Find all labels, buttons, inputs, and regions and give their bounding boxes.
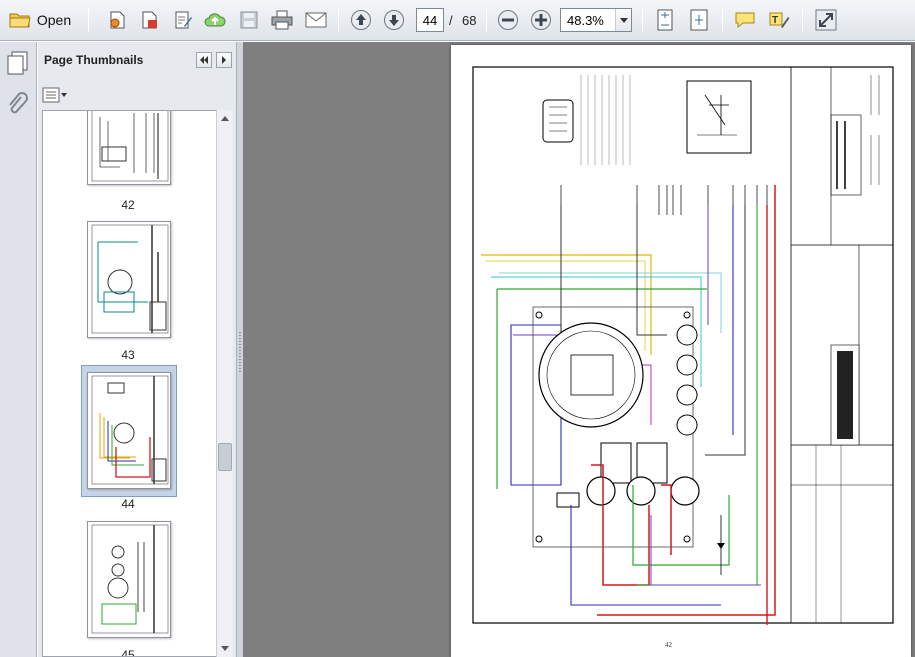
zoom-select[interactable]: 48.3% xyxy=(560,8,632,32)
fit-window-icon xyxy=(690,9,708,31)
comment-button[interactable] xyxy=(732,7,758,33)
document-view[interactable]: 42 xyxy=(243,42,915,657)
open-label: Open xyxy=(36,12,72,28)
thumbnail-page-43[interactable] xyxy=(87,221,171,338)
expand-arrows-icon xyxy=(815,9,837,31)
scroll-up-icon[interactable] xyxy=(217,110,233,126)
print-button[interactable] xyxy=(268,7,296,33)
create-pdf-icon xyxy=(110,11,125,29)
wiring-diagram xyxy=(472,66,894,625)
next-page-button[interactable] xyxy=(381,7,407,33)
folder-icon xyxy=(9,11,31,29)
expand-panel-button[interactable] xyxy=(216,52,232,68)
thumbnail-label-45: 45 xyxy=(121,648,135,657)
panel-header: Page Thumbnails xyxy=(38,42,237,78)
arrow-down-circle-icon xyxy=(384,10,404,30)
cloud-upload-icon xyxy=(204,13,226,27)
floppy-disk-icon xyxy=(240,11,258,29)
pages-icon xyxy=(7,51,28,75)
collapse-panel-button[interactable] xyxy=(196,52,212,68)
panel-title: Page Thumbnails xyxy=(44,53,144,67)
thumbnail-label-42: 42 xyxy=(121,198,135,212)
previous-page-button[interactable] xyxy=(348,7,374,33)
edit-form-button[interactable] xyxy=(170,7,196,33)
thumbnail-page-45[interactable] xyxy=(87,521,171,638)
document-page: 42 xyxy=(451,45,911,657)
scroll-down-icon[interactable] xyxy=(217,640,233,656)
export-pdf-button[interactable] xyxy=(136,7,162,33)
highlight-text-icon: T xyxy=(769,12,790,28)
paperclip-icon xyxy=(9,92,28,114)
full-screen-button[interactable] xyxy=(812,7,840,33)
zoom-out-button[interactable] xyxy=(495,7,521,33)
zoom-in-button[interactable] xyxy=(528,7,554,33)
total-pages: 68 xyxy=(462,13,477,28)
attachments-tab[interactable] xyxy=(5,92,31,121)
svg-text:T: T xyxy=(772,15,778,26)
arrow-up-circle-icon xyxy=(351,10,371,30)
thumbnail-scrollbar[interactable] xyxy=(216,110,233,657)
zoom-value: 48.3% xyxy=(567,12,604,28)
chevron-right-icon xyxy=(222,56,226,64)
page-number-input[interactable] xyxy=(416,8,444,32)
thumbnail-label-43: 43 xyxy=(121,348,135,362)
save-button[interactable] xyxy=(236,7,262,33)
minus-circle-icon xyxy=(498,10,518,30)
plus-circle-icon xyxy=(531,10,551,30)
highlight-button[interactable]: T xyxy=(766,7,792,33)
printer-icon xyxy=(271,10,293,30)
thumbnail-page-42[interactable] xyxy=(87,111,171,185)
scrollbar-thumb[interactable] xyxy=(218,443,232,471)
open-button[interactable]: Open xyxy=(4,7,76,33)
toolbar: Open / 68 48.3% xyxy=(0,0,915,41)
export-pdf-icon xyxy=(142,11,157,29)
thumbnail-list: 42 43 44 45 xyxy=(42,110,220,657)
fit-window-button[interactable] xyxy=(686,7,712,33)
double-chevron-left-icon xyxy=(200,56,208,64)
page-footer-number: 42 xyxy=(665,641,672,649)
chevron-down-icon[interactable] xyxy=(615,9,631,31)
email-button[interactable] xyxy=(302,7,330,33)
form-edit-icon xyxy=(175,11,192,29)
fit-width-button[interactable] xyxy=(652,7,678,33)
thumbnail-label-44: 44 xyxy=(121,497,135,511)
page-thumbnails-tab[interactable] xyxy=(5,50,31,79)
list-options-icon xyxy=(42,87,67,103)
thumbnails-panel: Page Thumbnails 42 43 44 45 xyxy=(38,42,237,657)
navigation-strip xyxy=(0,42,37,657)
fit-page-icon xyxy=(657,9,673,31)
speech-bubble-icon xyxy=(735,12,755,29)
envelope-icon xyxy=(305,12,327,28)
create-pdf-button[interactable] xyxy=(104,7,130,33)
thumbnail-options-button[interactable] xyxy=(42,86,68,104)
upload-button[interactable] xyxy=(202,7,228,33)
page-separator: / xyxy=(449,13,453,28)
thumbnail-page-44[interactable] xyxy=(87,372,171,489)
